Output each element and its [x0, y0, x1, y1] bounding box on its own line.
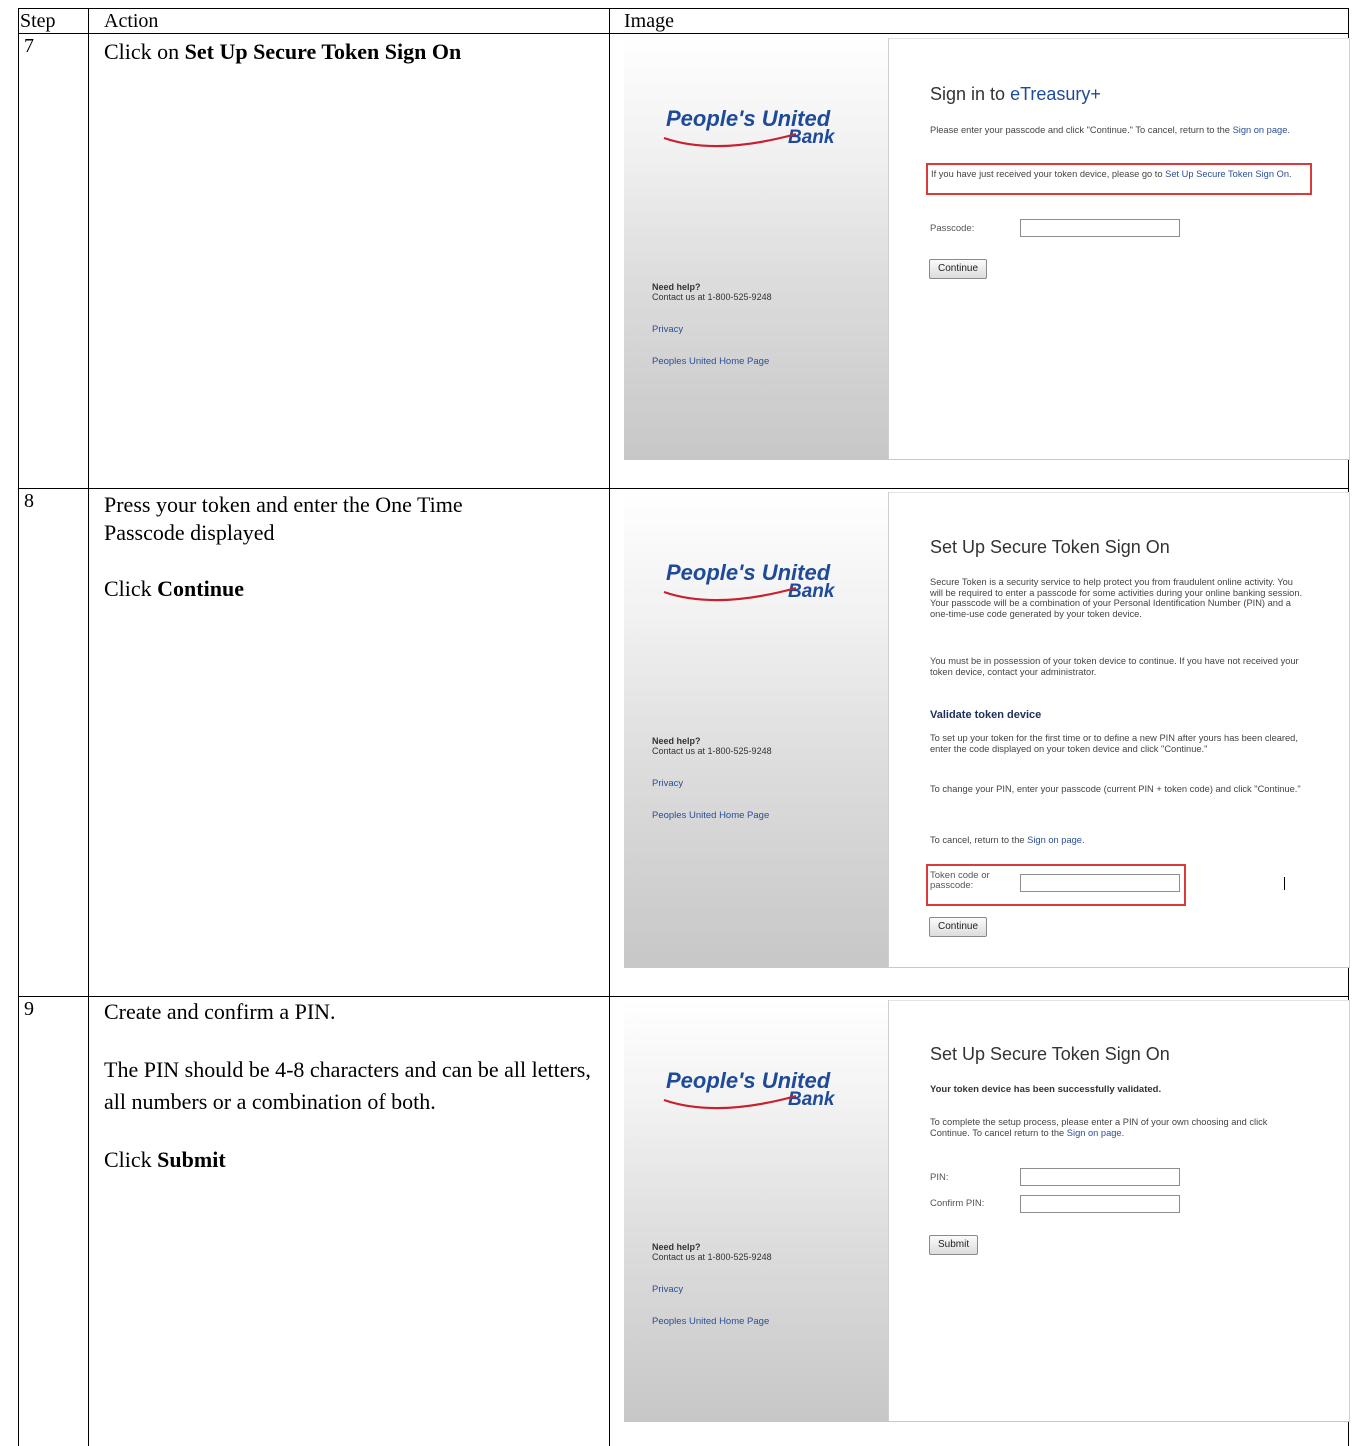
row-divider: [18, 996, 1348, 997]
sidebar: People's United Bank Need help? Contact …: [624, 38, 889, 459]
validate-subtitle: Validate token device: [930, 709, 1042, 721]
help-contact: Contact us at 1-800-525-9248: [652, 1252, 772, 1262]
action-bold: Set Up Secure Token Sign On: [184, 39, 462, 64]
logo-line2: Bank: [788, 127, 836, 148]
privacy-link[interactable]: Privacy: [652, 778, 683, 789]
main-panel: Set Up Secure Token Sign On Your token d…: [889, 1000, 1349, 1421]
help-title: Need help?: [652, 282, 701, 292]
action-text: Create and confirm a PIN.: [104, 999, 336, 1024]
notice-body: If you have just received your token dev…: [931, 169, 1166, 179]
table-border-left: [18, 8, 19, 1446]
action-bold: Continue: [157, 576, 244, 601]
sign-on-page-link[interactable]: Sign on page.: [1067, 1128, 1124, 1138]
home-page-link[interactable]: Peoples United Home Page: [652, 356, 769, 367]
col-divider: [609, 8, 610, 1446]
action-text: The PIN should be 4-8 characters and can…: [104, 1057, 591, 1114]
passcode-input[interactable]: [1020, 219, 1180, 237]
screenshot-sign-in: People's United Bank Need help? Contact …: [624, 38, 1350, 460]
token-code-input[interactable]: [1020, 874, 1180, 892]
logo-swoosh: [663, 132, 797, 148]
action-text: Press your token and enter the One Time …: [104, 492, 463, 545]
help-title: Need help?: [652, 736, 701, 746]
instructions-text: To complete the setup process, please en…: [930, 1117, 1305, 1138]
step-action: Click on Set Up Secure Token Sign On: [104, 38, 494, 66]
col-divider: [88, 8, 89, 1446]
table-header-divider: [18, 33, 1348, 34]
action-text: Click on: [104, 39, 185, 64]
validated-message: Your token device has been successfully …: [930, 1084, 1162, 1095]
continue-button[interactable]: Continue: [929, 917, 988, 937]
intro-text: Please enter your passcode and click "Co…: [930, 125, 1305, 136]
help-block: Need help? Contact us at 1-800-525-9248: [652, 736, 772, 756]
page-title: Sign in to eTreasury+: [930, 84, 1101, 105]
home-page-link[interactable]: Peoples United Home Page: [652, 810, 769, 821]
step-number: 7: [24, 35, 34, 57]
privacy-link[interactable]: Privacy: [652, 324, 683, 335]
sidebar: People's United Bank Need help? Contact …: [624, 1000, 889, 1421]
action-bold: Submit: [157, 1147, 226, 1172]
pin-input[interactable]: [1020, 1168, 1180, 1186]
logo-line2: Bank: [788, 1089, 836, 1110]
screenshot-token-setup: People's United Bank Need help? Contact …: [624, 492, 1350, 968]
submit-button[interactable]: Submit: [929, 1235, 979, 1255]
home-page-link[interactable]: Peoples United Home Page: [652, 1316, 769, 1327]
set-up-token-link[interactable]: Set Up Secure Token Sign On.: [1165, 169, 1291, 179]
table-border-top: [18, 8, 1348, 9]
step-action: Create and confirm a PIN. The PIN should…: [104, 998, 594, 1174]
page-title: Set Up Secure Token Sign On: [930, 537, 1170, 557]
title-text: Sign in to: [930, 84, 1011, 104]
logo-swoosh: [663, 1094, 797, 1110]
logo-line2: Bank: [788, 581, 836, 602]
confirm-pin-input[interactable]: [1020, 1195, 1180, 1213]
peoples-united-logo: People's United Bank: [663, 560, 836, 602]
row-divider: [18, 488, 1348, 489]
cancel-body: To cancel, return to the: [930, 835, 1028, 845]
peoples-united-logo: People's United Bank: [663, 106, 836, 148]
sign-on-page-link[interactable]: Sign on page.: [1233, 125, 1290, 135]
step-action: Press your token and enter the One Time …: [104, 491, 494, 603]
main-panel: Sign in to eTreasury+ Please enter your …: [889, 38, 1349, 459]
help-block: Need help? Contact us at 1-800-525-9248: [652, 1242, 772, 1262]
logo-swoosh: [663, 586, 797, 602]
help-contact: Contact us at 1-800-525-9248: [652, 746, 772, 756]
text-cursor: [1284, 877, 1285, 890]
title-accent: eTreasury+: [1010, 84, 1101, 104]
header-step: Step: [20, 10, 56, 32]
help-block: Need help? Contact us at 1-800-525-9248: [652, 282, 772, 302]
step-number: 8: [24, 490, 34, 512]
screenshot-create-pin: People's United Bank Need help? Contact …: [624, 1000, 1350, 1422]
header-image: Image: [624, 10, 674, 32]
cancel-text: To cancel, return to the Sign on page.: [930, 835, 1305, 846]
step-number: 9: [24, 998, 34, 1020]
peoples-united-logo: People's United Bank: [663, 1068, 836, 1110]
passcode-label: Passcode:: [930, 223, 975, 234]
page-title: Set Up Secure Token Sign On: [930, 1044, 1170, 1064]
sidebar: People's United Bank Need help? Contact …: [624, 492, 889, 967]
confirm-pin-label: Confirm PIN:: [930, 1198, 985, 1209]
setup-text: To set up your token for the first time …: [930, 733, 1298, 754]
intro-text: Secure Token is a security service to he…: [930, 577, 1303, 619]
intro-body: Please enter your passcode and click "Co…: [930, 125, 1233, 135]
token-code-label: Token code or passcode:: [930, 870, 990, 891]
main-panel: Set Up Secure Token Sign On Secure Token…: [889, 492, 1349, 967]
action-text: Click: [104, 576, 158, 601]
sign-on-page-link[interactable]: Sign on page.: [1027, 835, 1084, 845]
header-action: Action: [104, 10, 159, 32]
continue-button[interactable]: Continue: [929, 259, 988, 279]
pin-label: PIN:: [930, 1172, 949, 1183]
notice-text: If you have just received your token dev…: [931, 169, 1306, 180]
help-title: Need help?: [652, 1242, 701, 1252]
action-text: Click: [104, 1147, 158, 1172]
change-pin-text: To change your PIN, enter your passcode …: [930, 784, 1301, 794]
privacy-link[interactable]: Privacy: [652, 1284, 683, 1295]
help-contact: Contact us at 1-800-525-9248: [652, 292, 772, 302]
possession-text: You must be in possession of your token …: [930, 656, 1299, 677]
